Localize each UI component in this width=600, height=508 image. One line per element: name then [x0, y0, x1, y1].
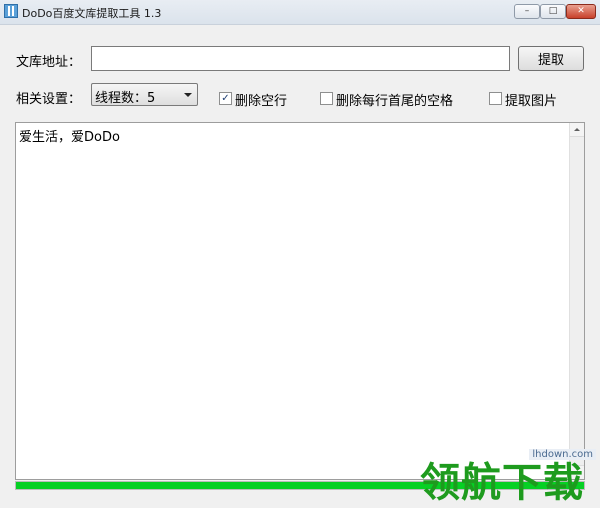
output-text: 爱生活，爱DoDo: [19, 130, 120, 145]
delete-empty-lines-label[interactable]: 删除空行: [235, 90, 287, 109]
url-label: 文库地址：: [16, 55, 82, 70]
extract-images-label[interactable]: 提取图片: [505, 90, 557, 109]
url-input[interactable]: [91, 46, 510, 71]
trim-spaces-checkbox[interactable]: [320, 92, 333, 105]
output-textarea[interactable]: 爱生活，爱DoDo: [15, 122, 585, 480]
scroll-up-icon[interactable]: [570, 123, 584, 137]
extract-button[interactable]: 提取: [518, 46, 584, 71]
checkbox-checked-icon: ✓: [221, 93, 230, 104]
dropdown-arrow-icon: [184, 93, 192, 97]
trim-spaces-label[interactable]: 删除每行首尾的空格: [336, 90, 453, 109]
thread-count-select[interactable]: 线程数：5: [91, 83, 198, 106]
delete-empty-lines-checkbox[interactable]: ✓: [219, 92, 232, 105]
maximize-button[interactable]: □: [540, 4, 566, 19]
app-icon: [4, 4, 18, 18]
window-title: DoDo百度文库提取工具 1.3: [22, 7, 162, 20]
title-bar: DoDo百度文库提取工具 1.3 – □ ✕: [0, 0, 600, 25]
watermark: lhdown.com 领航下载: [420, 447, 600, 508]
minimize-button[interactable]: –: [514, 4, 540, 19]
watermark-text: 领航下载: [420, 460, 584, 506]
settings-label: 相关设置：: [16, 92, 82, 107]
watermark-site: lhdown.com: [529, 449, 596, 460]
close-button[interactable]: ✕: [566, 4, 596, 19]
thread-count-value: 线程数：5: [95, 91, 156, 106]
extract-images-checkbox[interactable]: [489, 92, 502, 105]
vertical-scrollbar[interactable]: [569, 123, 584, 479]
